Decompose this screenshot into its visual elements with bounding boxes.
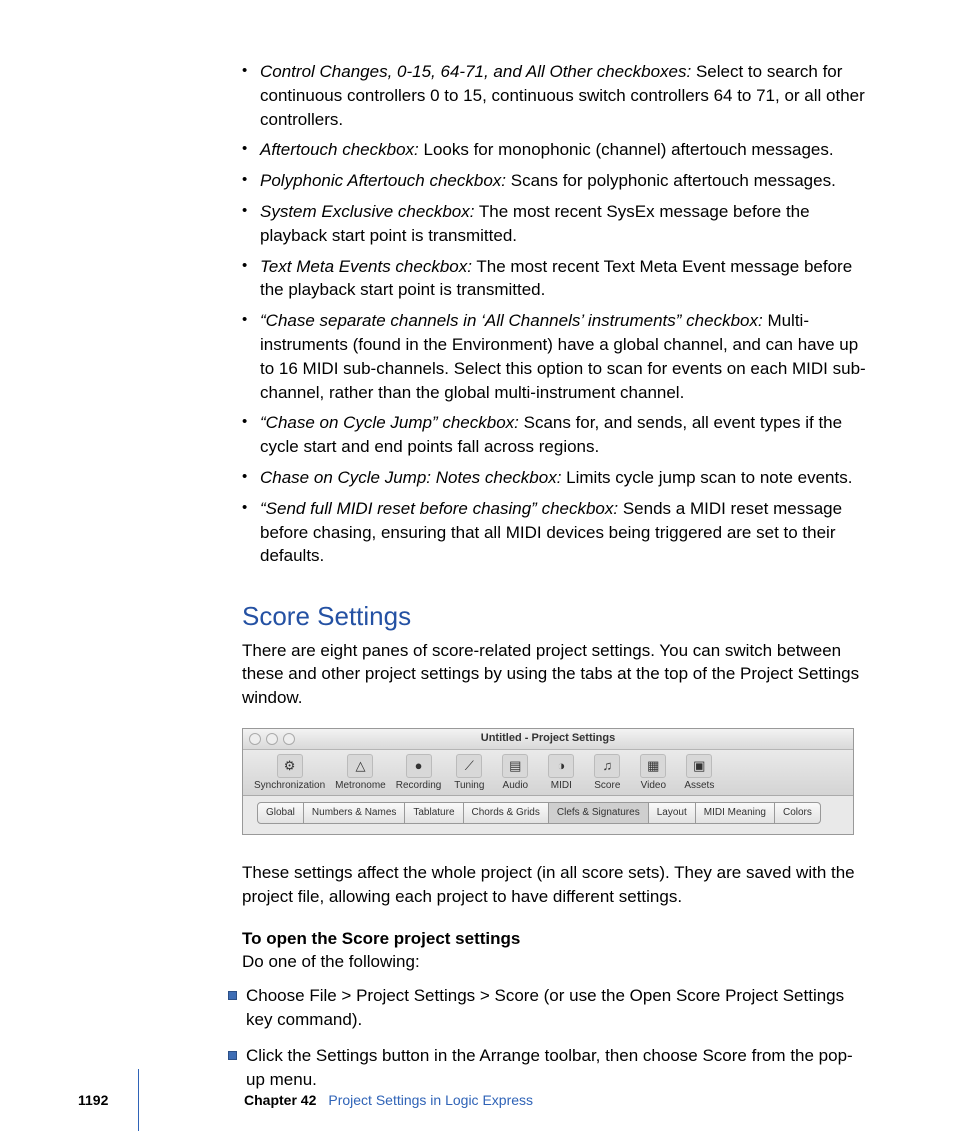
toolbar-item-score[interactable]: ♫Score xyxy=(586,754,628,793)
checkbox-definitions-list: Control Changes, 0-15, 64-71, and All Ot… xyxy=(242,60,869,568)
definition-text: Limits cycle jump scan to note events. xyxy=(561,468,852,487)
video-icon: ▦ xyxy=(640,754,666,778)
tab-numbers-names[interactable]: Numbers & Names xyxy=(303,802,405,824)
recording-icon: ● xyxy=(406,754,432,778)
tab-global[interactable]: Global xyxy=(257,802,304,824)
definition-item: Polyphonic Aftertouch checkbox: Scans fo… xyxy=(242,169,869,193)
step-item: Choose File > Project Settings > Score (… xyxy=(228,984,869,1032)
project-settings-window: Untitled - Project Settings ⚙Synchroniza… xyxy=(242,728,854,835)
definition-text: Scans for polyphonic aftertouch messages… xyxy=(506,171,836,190)
toolbar-label: Synchronization xyxy=(254,779,325,793)
toolbar-item-tuning[interactable]: ⟋Tuning xyxy=(448,754,490,793)
section-heading: Score Settings xyxy=(242,598,869,634)
definition-item: Text Meta Events checkbox: The most rece… xyxy=(242,255,869,303)
tab-clefs-signatures[interactable]: Clefs & Signatures xyxy=(548,802,649,824)
definition-term: System Exclusive checkbox: xyxy=(260,202,474,221)
toolbar-item-assets[interactable]: ▣Assets xyxy=(678,754,720,793)
toolbar-label: Video xyxy=(641,779,666,793)
definition-item: System Exclusive checkbox: The most rece… xyxy=(242,200,869,248)
chapter-label: Chapter 42 xyxy=(244,1091,316,1111)
assets-icon: ▣ xyxy=(686,754,712,778)
synchronization-icon: ⚙ xyxy=(277,754,303,778)
definition-term: “Send full MIDI reset before chasing” ch… xyxy=(260,499,618,518)
definition-term: “Chase separate channels in ‘All Channel… xyxy=(260,311,763,330)
toolbar-label: Metronome xyxy=(335,779,386,793)
definition-term: Text Meta Events checkbox: xyxy=(260,257,472,276)
section-intro: There are eight panes of score-related p… xyxy=(242,639,869,710)
audio-icon: ▤ xyxy=(502,754,528,778)
definition-item: Aftertouch checkbox: Looks for monophoni… xyxy=(242,138,869,162)
window-toolbar: ⚙Synchronization△Metronome●Recording⟋Tun… xyxy=(243,750,853,796)
footer-divider xyxy=(138,1069,139,1131)
definition-item: “Send full MIDI reset before chasing” ch… xyxy=(242,497,869,568)
steps-list: Choose File > Project Settings > Score (… xyxy=(228,984,869,1091)
toolbar-label: MIDI xyxy=(551,779,572,793)
page-footer: 1192 Chapter 42 Project Settings in Logi… xyxy=(78,1091,954,1111)
toolbar-label: Recording xyxy=(396,779,442,793)
definition-item: “Chase on Cycle Jump” checkbox: Scans fo… xyxy=(242,411,869,459)
toolbar-label: Assets xyxy=(684,779,714,793)
window-titlebar: Untitled - Project Settings xyxy=(243,729,853,750)
toolbar-item-audio[interactable]: ▤Audio xyxy=(494,754,536,793)
chapter-title: Project Settings in Logic Express xyxy=(328,1091,533,1111)
tab-midi-meaning[interactable]: MIDI Meaning xyxy=(695,802,775,824)
score-icon: ♫ xyxy=(594,754,620,778)
definition-term: Control Changes, 0-15, 64-71, and All Ot… xyxy=(260,62,691,81)
score-tabstrip: GlobalNumbers & NamesTablatureChords & G… xyxy=(257,802,839,824)
tab-chords-grids[interactable]: Chords & Grids xyxy=(463,802,549,824)
toolbar-item-midi[interactable]: ◑MIDI xyxy=(540,754,582,793)
tab-colors[interactable]: Colors xyxy=(774,802,821,824)
definition-term: Aftertouch checkbox: xyxy=(260,140,419,159)
toolbar-label: Audio xyxy=(503,779,529,793)
definition-term: Chase on Cycle Jump: Notes checkbox: xyxy=(260,468,561,487)
definition-term: “Chase on Cycle Jump” checkbox: xyxy=(260,413,519,432)
after-window-text: These settings affect the whole project … xyxy=(242,861,869,909)
midi-icon: ◑ xyxy=(548,754,574,778)
toolbar-item-recording[interactable]: ●Recording xyxy=(393,754,445,793)
toolbar-label: Score xyxy=(594,779,620,793)
do-one-of: Do one of the following: xyxy=(242,950,869,974)
definition-item: “Chase separate channels in ‘All Channel… xyxy=(242,309,869,404)
definition-text: Looks for monophonic (channel) aftertouc… xyxy=(419,140,834,159)
window-title: Untitled - Project Settings xyxy=(243,731,853,746)
toolbar-label: Tuning xyxy=(454,779,484,793)
step-item: Click the Settings button in the Arrange… xyxy=(228,1044,869,1092)
metronome-icon: △ xyxy=(347,754,373,778)
toolbar-item-synchronization[interactable]: ⚙Synchronization xyxy=(251,754,328,793)
tab-layout[interactable]: Layout xyxy=(648,802,696,824)
toolbar-item-metronome[interactable]: △Metronome xyxy=(332,754,389,793)
definition-term: Polyphonic Aftertouch checkbox: xyxy=(260,171,506,190)
toolbar-item-video[interactable]: ▦Video xyxy=(632,754,674,793)
definition-item: Control Changes, 0-15, 64-71, and All Ot… xyxy=(242,60,869,131)
tab-tablature[interactable]: Tablature xyxy=(404,802,463,824)
tuning-icon: ⟋ xyxy=(456,754,482,778)
subhead: To open the Score project settings xyxy=(242,927,869,951)
definition-item: Chase on Cycle Jump: Notes checkbox: Lim… xyxy=(242,466,869,490)
